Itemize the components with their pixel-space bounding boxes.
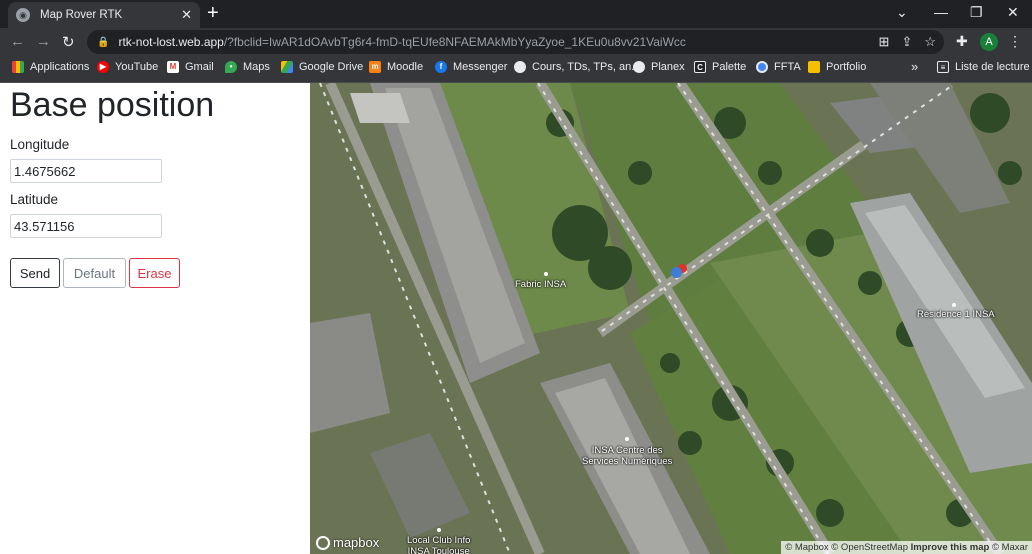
poi-centre-services[interactable]: INSA Centre des Services Numériques	[582, 445, 672, 467]
bookmark-planex[interactable]: Planex	[633, 61, 685, 73]
maps-pin-icon: •	[225, 61, 237, 73]
bookmark-youtube[interactable]: ▶ YouTube	[97, 61, 158, 73]
url-host: rtk-not-lost.web.app	[118, 35, 224, 49]
attribution-maxar[interactable]: © Maxar	[992, 542, 1028, 553]
bookmark-label: Planex	[651, 61, 685, 73]
poi-local-club-info[interactable]: Local Club Info INSA Toulouse	[407, 535, 470, 554]
browser-tab[interactable]: ◉ Map Rover RTK ✕	[8, 2, 200, 28]
gmail-icon: M	[167, 61, 179, 73]
mapbox-logo-icon	[316, 535, 330, 550]
poi-dot	[544, 272, 548, 276]
address-bar[interactable]: 🔒 rtk-not-lost.web.app/?fbclid=IwAR1dOAv…	[87, 30, 944, 54]
base-position-panel: Base position Longitude Latitude Send De…	[0, 83, 310, 554]
bookmark-label: Gmail	[185, 61, 214, 73]
mapbox-logo-text: mapbox	[333, 535, 380, 550]
erase-button[interactable]: Erase	[129, 258, 180, 288]
browser-titlebar: ◉ Map Rover RTK ✕ + ⌄ — ❐ ✕	[0, 0, 1032, 28]
improve-map-link[interactable]: Improve this map	[911, 542, 990, 553]
url-path: /?fbclid=IwAR1dOAvbTg6r4-fmD-tqEUfe8NFAE…	[223, 35, 686, 49]
mapbox-logo[interactable]: mapbox	[316, 535, 379, 550]
rover-marker	[671, 267, 682, 278]
reading-list-icon: ≡	[937, 61, 949, 73]
poi-dot	[437, 528, 441, 532]
close-tab-icon[interactable]: ✕	[181, 7, 192, 23]
navigation-bar: ← → ↻ 🔒 rtk-not-lost.web.app/?fbclid=IwA…	[0, 28, 1032, 56]
bookmark-maps[interactable]: • Maps	[225, 61, 270, 73]
bookmark-applications[interactable]: Applications	[12, 61, 89, 73]
bookmark-label: Cours, TDs, TPs, an...	[532, 61, 641, 73]
bookmark-label: Moodle	[387, 61, 424, 73]
bookmark-drive[interactable]: Google Drive	[281, 61, 363, 73]
longitude-label: Longitude	[10, 137, 70, 152]
longitude-input[interactable]	[10, 159, 162, 183]
share-icon[interactable]: ⇪	[901, 34, 912, 50]
more-bookmarks-button[interactable]: »	[911, 59, 918, 74]
facebook-icon: f	[435, 61, 447, 73]
tab-title: Map Rover RTK	[40, 9, 123, 21]
forward-icon[interactable]: →	[36, 33, 51, 50]
drive-icon	[281, 61, 293, 73]
bookmark-label: Portfolio	[826, 61, 867, 73]
palette-icon: C	[694, 61, 706, 73]
reload-icon[interactable]: ↻	[62, 33, 75, 51]
menu-icon[interactable]: ⋮	[1008, 33, 1022, 50]
poi-fabric-insa[interactable]: Fabric INSA	[515, 279, 566, 290]
map-attribution: © Mapbox © OpenStreetMap Improve this ma…	[781, 541, 1032, 554]
bookmark-cours[interactable]: Cours, TDs, TPs, an...	[514, 61, 640, 73]
bookmark-moodle[interactable]: m Moodle	[369, 61, 423, 73]
poi-centre-line1: INSA Centre des	[591, 445, 663, 456]
attribution-text[interactable]: © Mapbox © OpenStreetMap	[785, 542, 908, 553]
bookmark-ffta[interactable]: FFTA	[756, 61, 801, 73]
latitude-label: Latitude	[10, 192, 59, 207]
bookmark-label: Applications	[30, 61, 90, 73]
new-tab-button[interactable]: +	[207, 3, 219, 23]
bookmark-label: Liste de lecture	[955, 61, 1030, 73]
poi-club-line1: Local Club Info	[407, 535, 471, 546]
bookmark-palette[interactable]: C Palette	[694, 61, 746, 73]
globe-icon	[514, 61, 526, 73]
bookmark-label: YouTube	[115, 61, 159, 73]
folder-icon	[808, 61, 820, 73]
minimize-button[interactable]: —	[934, 4, 948, 20]
globe-icon: ◉	[16, 8, 30, 22]
poi-dot	[625, 437, 629, 441]
target-icon	[756, 61, 768, 73]
bookmark-star-icon[interactable]: ☆	[924, 34, 936, 50]
translate-icon[interactable]: ⊞	[879, 34, 890, 50]
apps-grid-icon	[12, 61, 24, 73]
tab-search-icon[interactable]: ⌄	[896, 4, 908, 21]
poi-dot	[952, 303, 956, 307]
globe-icon	[633, 61, 645, 73]
bookmark-label: Messenger	[453, 61, 508, 73]
bookmark-label: Palette	[712, 61, 747, 73]
lock-icon: 🔒	[97, 36, 110, 48]
latitude-input[interactable]	[10, 214, 162, 238]
page-title: Base position	[10, 86, 215, 124]
poi-centre-line2: Services Numériques	[582, 456, 673, 467]
youtube-icon: ▶	[97, 61, 109, 73]
bookmark-gmail[interactable]: M Gmail	[167, 61, 214, 73]
poi-residence-insa[interactable]: Résidence 1 INSA	[917, 309, 995, 320]
default-button[interactable]: Default	[63, 258, 126, 288]
satellite-map[interactable]: Fabric INSA Résidence 1 INSA INSA Centre…	[310, 83, 1032, 554]
moodle-icon: m	[369, 61, 381, 73]
bookmark-label: Maps	[243, 61, 270, 73]
profile-avatar[interactable]: A	[980, 33, 998, 51]
bookmark-portfolio[interactable]: Portfolio	[808, 61, 866, 73]
extensions-icon[interactable]: ✚	[956, 33, 968, 50]
bookmark-messenger[interactable]: f Messenger	[435, 61, 507, 73]
reading-list-button[interactable]: ≡ Liste de lecture	[937, 61, 1030, 73]
bookmarks-bar: Applications ▶ YouTube M Gmail • Maps Go…	[0, 56, 1032, 83]
send-button[interactable]: Send	[10, 258, 60, 288]
back-icon[interactable]: ←	[10, 33, 25, 50]
poi-club-line2: INSA Toulouse	[407, 546, 470, 554]
restore-button[interactable]: ❐	[970, 4, 983, 21]
bookmark-label: FFTA	[774, 61, 801, 73]
bookmark-label: Google Drive	[299, 61, 364, 73]
close-window-button[interactable]: ✕	[1007, 4, 1019, 21]
